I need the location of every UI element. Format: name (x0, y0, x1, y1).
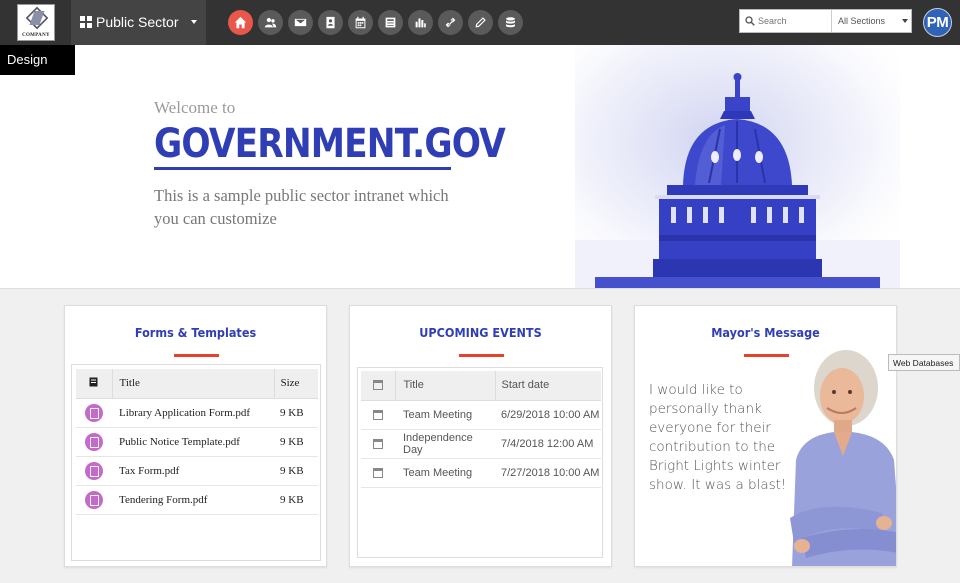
form-title[interactable]: Public Notice Template.pdf (112, 427, 274, 457)
table-row[interactable]: Public Notice Template.pdf 9 KB (76, 427, 318, 457)
site-switcher[interactable]: Public Sector (71, 0, 206, 45)
forms-title-rule (174, 354, 219, 357)
calendar-icon (372, 380, 383, 391)
user-avatar[interactable]: PM (923, 8, 952, 37)
mayor-photo (790, 350, 896, 566)
hero-tagline: This is a sample public sector intranet … (154, 186, 449, 228)
form-size: 9 KB (274, 398, 318, 428)
forms-title: Forms & Templates (134, 325, 257, 340)
event-title[interactable]: Team Meeting (395, 458, 495, 488)
search-icon (745, 16, 755, 26)
events-table-frame: Title Start date Team Meeting 6/29/2018 … (357, 367, 603, 558)
top-bar: COMPANY Public Sector Search All Section… (0, 0, 960, 45)
hero-brand: GOVERNMENT.GOV (154, 121, 506, 167)
chevron-down-icon (191, 20, 197, 24)
events-title-rule (459, 354, 504, 357)
calendar-icon (373, 409, 383, 420)
hero-welcome: Welcome to (154, 98, 236, 117)
forms-table-frame: Title Size Library Application Form.pdf … (71, 364, 321, 561)
table-row[interactable]: Library Application Form.pdf 9 KB (76, 398, 318, 428)
forms-table: Title Size Library Application Form.pdf … (76, 369, 318, 515)
events-col-title[interactable]: Title (394, 371, 495, 401)
pen-icon[interactable] (468, 10, 493, 35)
form-title[interactable]: Tendering Form.pdf (112, 485, 274, 515)
search-box: All Sections (739, 9, 912, 33)
form-title[interactable]: Library Application Form.pdf (112, 398, 274, 428)
calendar-icon (373, 438, 383, 449)
mayor-title: Mayor's Message (711, 325, 820, 340)
events-title: UPCOMING EVENTS (419, 325, 542, 340)
pdf-icon (85, 403, 103, 422)
form-size: 9 KB (274, 485, 318, 515)
sections-select[interactable]: All Sections (831, 10, 912, 32)
mail-icon[interactable] (288, 10, 313, 35)
grid-icon (80, 16, 92, 28)
forms-col-title[interactable]: Title (111, 369, 274, 399)
chart-icon[interactable] (408, 10, 433, 35)
links-icon[interactable] (438, 10, 463, 35)
pdf-icon (85, 490, 103, 509)
forms-card: Forms & Templates Title Size Library App… (64, 305, 327, 567)
search-input[interactable] (758, 13, 828, 29)
logo-text: COMPANY (22, 33, 50, 38)
form-title[interactable]: Tax Form.pdf (112, 456, 274, 486)
calendar-icon (373, 467, 383, 478)
news-icon[interactable] (378, 10, 403, 35)
site-name: Public Sector (96, 14, 179, 30)
table-row[interactable]: Independence Day 7/4/2018 12:00 AM (361, 429, 601, 459)
mayor-card: Mayor's Message I would like to personal… (634, 305, 897, 567)
forms-col-size[interactable]: Size (273, 369, 318, 399)
event-date: 6/29/2018 10:00 AM (495, 400, 601, 430)
hero-brand-underline (154, 167, 451, 170)
table-row[interactable]: Tax Form.pdf 9 KB (76, 456, 318, 486)
people-icon[interactable] (258, 10, 283, 35)
pdf-icon (85, 432, 103, 451)
pdf-icon (85, 461, 103, 480)
chevron-down-icon (902, 19, 908, 23)
events-table: Title Start date Team Meeting 6/29/2018 … (361, 371, 601, 488)
sections-select-label: All Sections (838, 16, 886, 26)
table-row[interactable]: Team Meeting 7/27/2018 10:00 AM (361, 458, 601, 488)
contacts-icon[interactable] (318, 10, 343, 35)
web-databases-tooltip: Web Databases (888, 354, 960, 371)
database-icon[interactable] (498, 10, 523, 35)
event-title[interactable]: Independence Day (395, 429, 495, 459)
table-row[interactable]: Team Meeting 6/29/2018 10:00 AM (361, 400, 601, 430)
events-col-start[interactable]: Start date (494, 371, 601, 401)
form-size: 9 KB (274, 427, 318, 457)
table-row[interactable]: Tendering Form.pdf 9 KB (76, 485, 318, 515)
capitol-dome-image (575, 45, 900, 288)
calendar-icon[interactable] (348, 10, 373, 35)
forms-table-header: Title Size (76, 369, 318, 399)
doc-type-icon (76, 369, 112, 399)
event-date: 7/27/2018 10:00 AM (495, 458, 601, 488)
event-date: 7/4/2018 12:00 AM (495, 429, 601, 459)
company-logo[interactable]: COMPANY (17, 4, 55, 41)
events-card: UPCOMING EVENTS Title Start date Team Me… (349, 305, 612, 567)
design-tab[interactable]: Design (0, 45, 75, 75)
hero-banner: Welcome to GOVERNMENT.GOV This is a samp… (0, 45, 960, 289)
events-table-header: Title Start date (361, 371, 601, 401)
event-title[interactable]: Team Meeting (395, 400, 495, 430)
home-icon[interactable] (228, 10, 253, 35)
form-size: 9 KB (274, 456, 318, 486)
